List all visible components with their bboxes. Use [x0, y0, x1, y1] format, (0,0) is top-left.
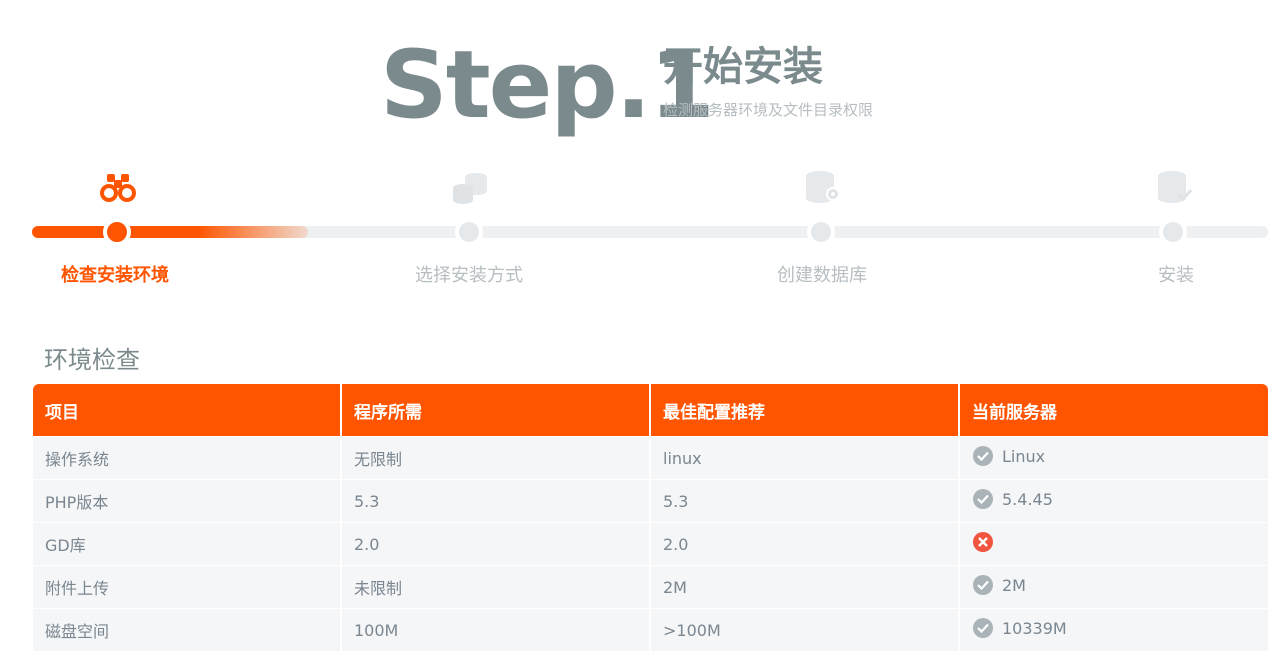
- database-stack-icon: [453, 173, 487, 204]
- current-value: 5.4.45: [1002, 489, 1053, 509]
- cell-recommended: linux: [651, 436, 960, 479]
- cell-recommended: 2M: [651, 565, 960, 608]
- cell-current: 5.4.45: [960, 479, 1268, 522]
- database-settings-icon: [806, 171, 840, 203]
- binoculars-icon: [100, 174, 136, 202]
- cell-current: Linux: [960, 436, 1268, 479]
- table-row: 磁盘空间 100M >100M 10339M: [33, 608, 1268, 651]
- cell-required: 5.3: [342, 479, 651, 522]
- cell-current: [960, 522, 1268, 565]
- cell-recommended: 2.0: [651, 522, 960, 565]
- check-circle-icon: [973, 446, 993, 466]
- cell-item: GD库: [33, 522, 342, 565]
- progress-fill: [32, 226, 308, 238]
- cell-required: 未限制: [342, 565, 651, 608]
- cell-recommended: 5.3: [651, 479, 960, 522]
- column-header-required: 程序所需: [342, 384, 651, 436]
- section-title: 环境检查: [44, 346, 140, 374]
- environment-table: 项目 程序所需 最佳配置推荐 当前服务器 操作系统 无限制 linux Linu…: [33, 384, 1268, 651]
- table-row: 附件上传 未限制 2M 2M: [33, 565, 1268, 608]
- table-row: GD库 2.0 2.0: [33, 522, 1268, 565]
- step-node-3[interactable]: [807, 218, 835, 246]
- database-check-icon: [1158, 171, 1193, 203]
- table-row: PHP版本 5.3 5.3 5.4.45: [33, 479, 1268, 522]
- column-header-item: 项目: [33, 384, 342, 436]
- step-label-install[interactable]: 安装: [1076, 264, 1276, 288]
- current-value: 10339M: [1002, 618, 1067, 638]
- step-label-create-db[interactable]: 创建数据库: [722, 264, 922, 288]
- check-circle-icon: [973, 575, 993, 595]
- step-node-1[interactable]: [103, 218, 131, 246]
- step-label-install-method[interactable]: 选择安装方式: [369, 264, 569, 288]
- page-title: 开始安装: [663, 44, 823, 90]
- error-circle-icon: [973, 532, 993, 552]
- cell-current: 2M: [960, 565, 1268, 608]
- cell-current: 10339M: [960, 608, 1268, 651]
- column-header-current: 当前服务器: [960, 384, 1268, 436]
- cell-item: PHP版本: [33, 479, 342, 522]
- current-value: 2M: [1002, 575, 1026, 595]
- cell-required: 无限制: [342, 436, 651, 479]
- cell-recommended: >100M: [651, 608, 960, 651]
- cell-required: 2.0: [342, 522, 651, 565]
- table-header-row: 项目 程序所需 最佳配置推荐 当前服务器: [33, 384, 1268, 436]
- check-circle-icon: [973, 489, 993, 509]
- current-value: Linux: [1002, 446, 1046, 466]
- step-label-check-env[interactable]: 检查安装环境: [15, 264, 215, 288]
- page-header: Step.1 开始安装 检测服务器环境及文件目录权限: [380, 36, 980, 136]
- check-circle-icon: [973, 618, 993, 638]
- step-node-4[interactable]: [1159, 218, 1187, 246]
- cell-item: 附件上传: [33, 565, 342, 608]
- column-header-recommended: 最佳配置推荐: [651, 384, 960, 436]
- cell-required: 100M: [342, 608, 651, 651]
- page-subtitle: 检测服务器环境及文件目录权限: [663, 101, 874, 119]
- cell-item: 操作系统: [33, 436, 342, 479]
- table-row: 操作系统 无限制 linux Linux: [33, 436, 1268, 479]
- step-node-2[interactable]: [455, 218, 483, 246]
- cell-item: 磁盘空间: [33, 608, 342, 651]
